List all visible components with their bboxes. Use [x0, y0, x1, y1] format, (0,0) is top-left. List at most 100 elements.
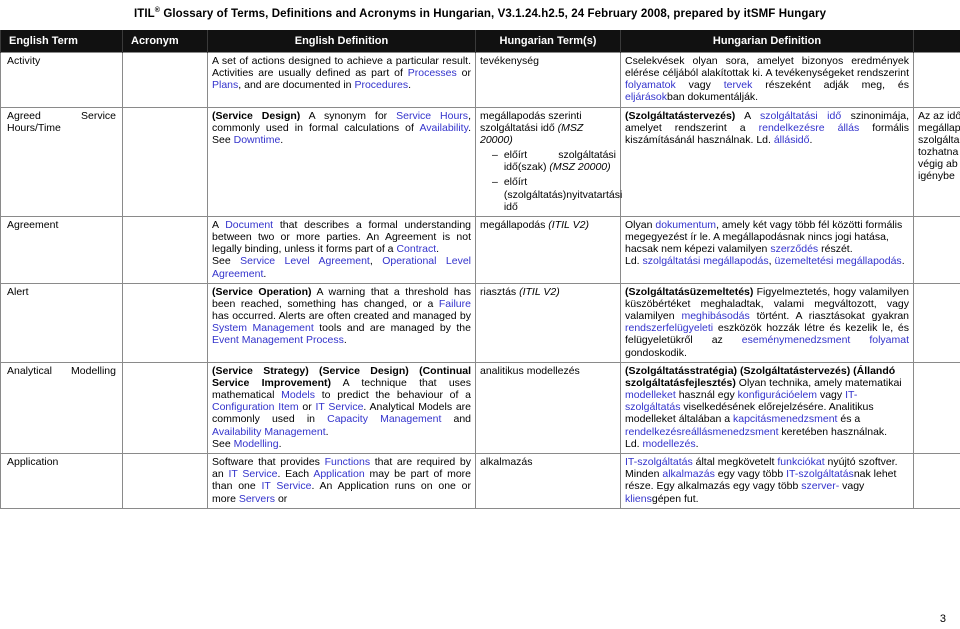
- glossary-cross-reference-link[interactable]: Plans: [212, 79, 238, 91]
- glossary-cross-reference-link[interactable]: eseménymenedzsment folyamat: [742, 334, 909, 346]
- glossary-cross-reference-link[interactable]: szerződés: [770, 243, 818, 255]
- table-row[interactable]: Application Software that provides Functi…: [0, 452, 960, 509]
- hungarian-term-paragraph: megállapodás (ITIL V2): [480, 219, 616, 231]
- glossary-cross-reference-link[interactable]: Document: [225, 219, 273, 231]
- glossary-cross-reference-link[interactable]: Configuration Item: [212, 401, 299, 413]
- text-run: ban dokumentálják.: [667, 91, 759, 104]
- glossary-cross-reference-link[interactable]: kliens: [625, 493, 652, 505]
- text-run: .: [408, 79, 412, 92]
- english-term-label: Agreement: [7, 218, 59, 231]
- glossary-cross-reference-link[interactable]: IT Service: [316, 401, 364, 413]
- glossary-cross-reference-link[interactable]: tervek: [724, 79, 753, 91]
- column-header-acronym[interactable]: Acronym: [122, 29, 208, 53]
- cell-hungarian-definition: (Szolgáltatástervezés) A szolgáltatási i…: [620, 106, 914, 217]
- hungarian-term-paragraph: tevékenység: [480, 55, 616, 67]
- glossary-cross-reference-link[interactable]: alkalmazás: [662, 468, 715, 480]
- text-run: történt. A riasztásokat gyakran: [749, 310, 910, 323]
- glossary-cross-reference-link[interactable]: Failure: [439, 298, 471, 310]
- english-definition-paragraph: (Service Operation) A warning that a thr…: [212, 286, 471, 347]
- glossary-cross-reference-link[interactable]: Event Management Process: [212, 334, 344, 346]
- text-run: . Each: [277, 468, 314, 481]
- glossary-cross-reference-link[interactable]: Availability: [419, 122, 468, 134]
- overflow-text-line: megállap: [918, 121, 960, 134]
- text-run: A synonym for: [300, 109, 397, 122]
- glossary-cross-reference-link[interactable]: meghibásodás: [681, 310, 749, 322]
- glossary-cross-reference-link[interactable]: Procedures: [354, 79, 408, 91]
- glossary-cross-reference-link[interactable]: Models: [281, 389, 315, 401]
- text-run: A: [212, 218, 226, 231]
- glossary-cross-reference-link[interactable]: szolgáltatási idő: [760, 110, 841, 122]
- glossary-cross-reference-link[interactable]: rendszerfelügyeleti: [625, 322, 713, 334]
- hungarian-term-paragraph: megállapodás szerinti szolgáltatási idő …: [480, 110, 616, 147]
- text-run: Ld.: [625, 437, 643, 450]
- glossary-cross-reference-link[interactable]: dokumentum: [655, 219, 716, 231]
- cell-english-definition: (Service Operation) A warning that a thr…: [207, 282, 476, 363]
- glossary-cross-reference-link[interactable]: Service Level Agreement: [240, 255, 370, 267]
- glossary-cross-reference-link[interactable]: IT Service: [262, 480, 312, 492]
- table-row[interactable]: Activity A set of actions designed to ach…: [0, 51, 960, 108]
- text-run: A: [735, 109, 760, 122]
- english-definition-paragraph: A Document that describes a formal under…: [212, 219, 471, 256]
- glossary-cross-reference-link[interactable]: állásidő: [774, 134, 810, 146]
- table-row[interactable]: Agreement A Document that describes a for…: [0, 215, 960, 284]
- glossary-cross-reference-link[interactable]: modellezés: [643, 438, 696, 450]
- hungarian-term-paragraph: alkalmazás: [480, 456, 616, 468]
- text-run: (Szolgáltatástervezés): [625, 109, 736, 122]
- cell-english-definition: A set of actions designed to achieve a p…: [207, 51, 476, 108]
- table-header-row: English Term Acronym English Definition …: [0, 29, 960, 53]
- glossary-cross-reference-link[interactable]: IT-szolgáltatás: [786, 468, 854, 480]
- column-header-english-term[interactable]: English Term: [0, 29, 123, 53]
- glossary-cross-reference-link[interactable]: Application: [313, 468, 364, 480]
- text-run: .: [695, 437, 699, 450]
- glossary-cross-reference-link[interactable]: funkciókat: [777, 456, 824, 468]
- overflow-text-line: Az az idő: [918, 109, 960, 122]
- cell-english-term: Agreed Service Hours/Time: [0, 106, 123, 217]
- table-row[interactable]: Analytical Modelling (Service Strategy) (…: [0, 361, 960, 454]
- glossary-cross-reference-link[interactable]: Contract: [396, 243, 436, 255]
- glossary-cross-reference-link[interactable]: szolgáltatási megállapodás: [643, 255, 769, 267]
- glossary-cross-reference-link[interactable]: IT-szolgáltatás: [625, 456, 693, 468]
- glossary-cross-reference-link[interactable]: szerver-: [801, 480, 839, 492]
- glossary-cross-reference-link[interactable]: Processes: [408, 67, 457, 79]
- english-term-label: Agreed Service Hours/Time: [7, 109, 116, 134]
- glossary-cross-reference-link[interactable]: IT Service: [228, 468, 277, 480]
- glossary-cross-reference-link[interactable]: konfigurációelem: [738, 389, 817, 401]
- text-run: and: [441, 413, 472, 426]
- column-header-hungarian-definition[interactable]: Hungarian Definition: [620, 29, 914, 53]
- glossary-cross-reference-link[interactable]: Service Hours: [396, 110, 468, 122]
- text-run: .: [809, 133, 813, 146]
- text-run: előírt (szolgáltatás)nyitvatartási idő: [503, 176, 623, 213]
- glossary-cross-reference-link[interactable]: eljárások: [625, 91, 667, 103]
- glossary-cross-reference-link[interactable]: kapcitásmenedzsment: [733, 413, 837, 425]
- cell-hungarian-definition: Olyan dokumentum, amely két vagy több fé…: [620, 215, 914, 284]
- cell-english-definition: Software that provides Functions that ar…: [207, 452, 476, 509]
- table-row[interactable]: Alert (Service Operation) A warning that …: [0, 282, 960, 363]
- glossary-cross-reference-link[interactable]: modelleket: [625, 389, 676, 401]
- glossary-cross-reference-link[interactable]: Capacity Management: [327, 413, 441, 425]
- glossary-cross-reference-link[interactable]: Downtime: [234, 134, 281, 146]
- cell-acronym: [122, 51, 208, 108]
- cell-english-term: Activity: [0, 51, 123, 108]
- glossary-cross-reference-link[interactable]: Servers: [239, 493, 275, 505]
- glossary-cross-reference-link[interactable]: Modelling: [234, 438, 279, 450]
- glossary-cross-reference-link[interactable]: rendelkezésre állás: [759, 122, 860, 134]
- glossary-cross-reference-link[interactable]: folyamatok: [625, 79, 676, 91]
- text-run: keretében használnak.: [778, 425, 888, 438]
- glossary-cross-reference-link[interactable]: üzemeltetési megállapodás: [774, 255, 901, 267]
- cell-overflow-column: [913, 51, 960, 108]
- column-header-hungarian-term[interactable]: Hungarian Term(s): [475, 29, 621, 53]
- glossary-cross-reference-link[interactable]: System Management: [212, 322, 314, 334]
- overflow-text-line: igénybe: [918, 170, 955, 183]
- glossary-cross-reference-link[interactable]: Availability Management: [212, 426, 326, 438]
- glossary-cross-reference-link[interactable]: Functions: [325, 456, 371, 468]
- text-run: egy vagy több: [714, 468, 787, 481]
- english-term-label: Analytical Modelling: [7, 364, 116, 377]
- text-run: .: [280, 133, 284, 146]
- column-header-english-definition[interactable]: English Definition: [207, 29, 476, 53]
- cell-english-term: Agreement: [0, 215, 123, 284]
- text-run: See: [212, 255, 241, 268]
- cell-hungarian-term: megállapodás (ITIL V2): [475, 215, 621, 284]
- glossary-cross-reference-link[interactable]: rendelkezésreállásmenedzsment: [625, 426, 779, 438]
- text-run: ,: [369, 255, 383, 268]
- table-row[interactable]: Agreed Service Hours/Time (Service Design…: [0, 106, 960, 217]
